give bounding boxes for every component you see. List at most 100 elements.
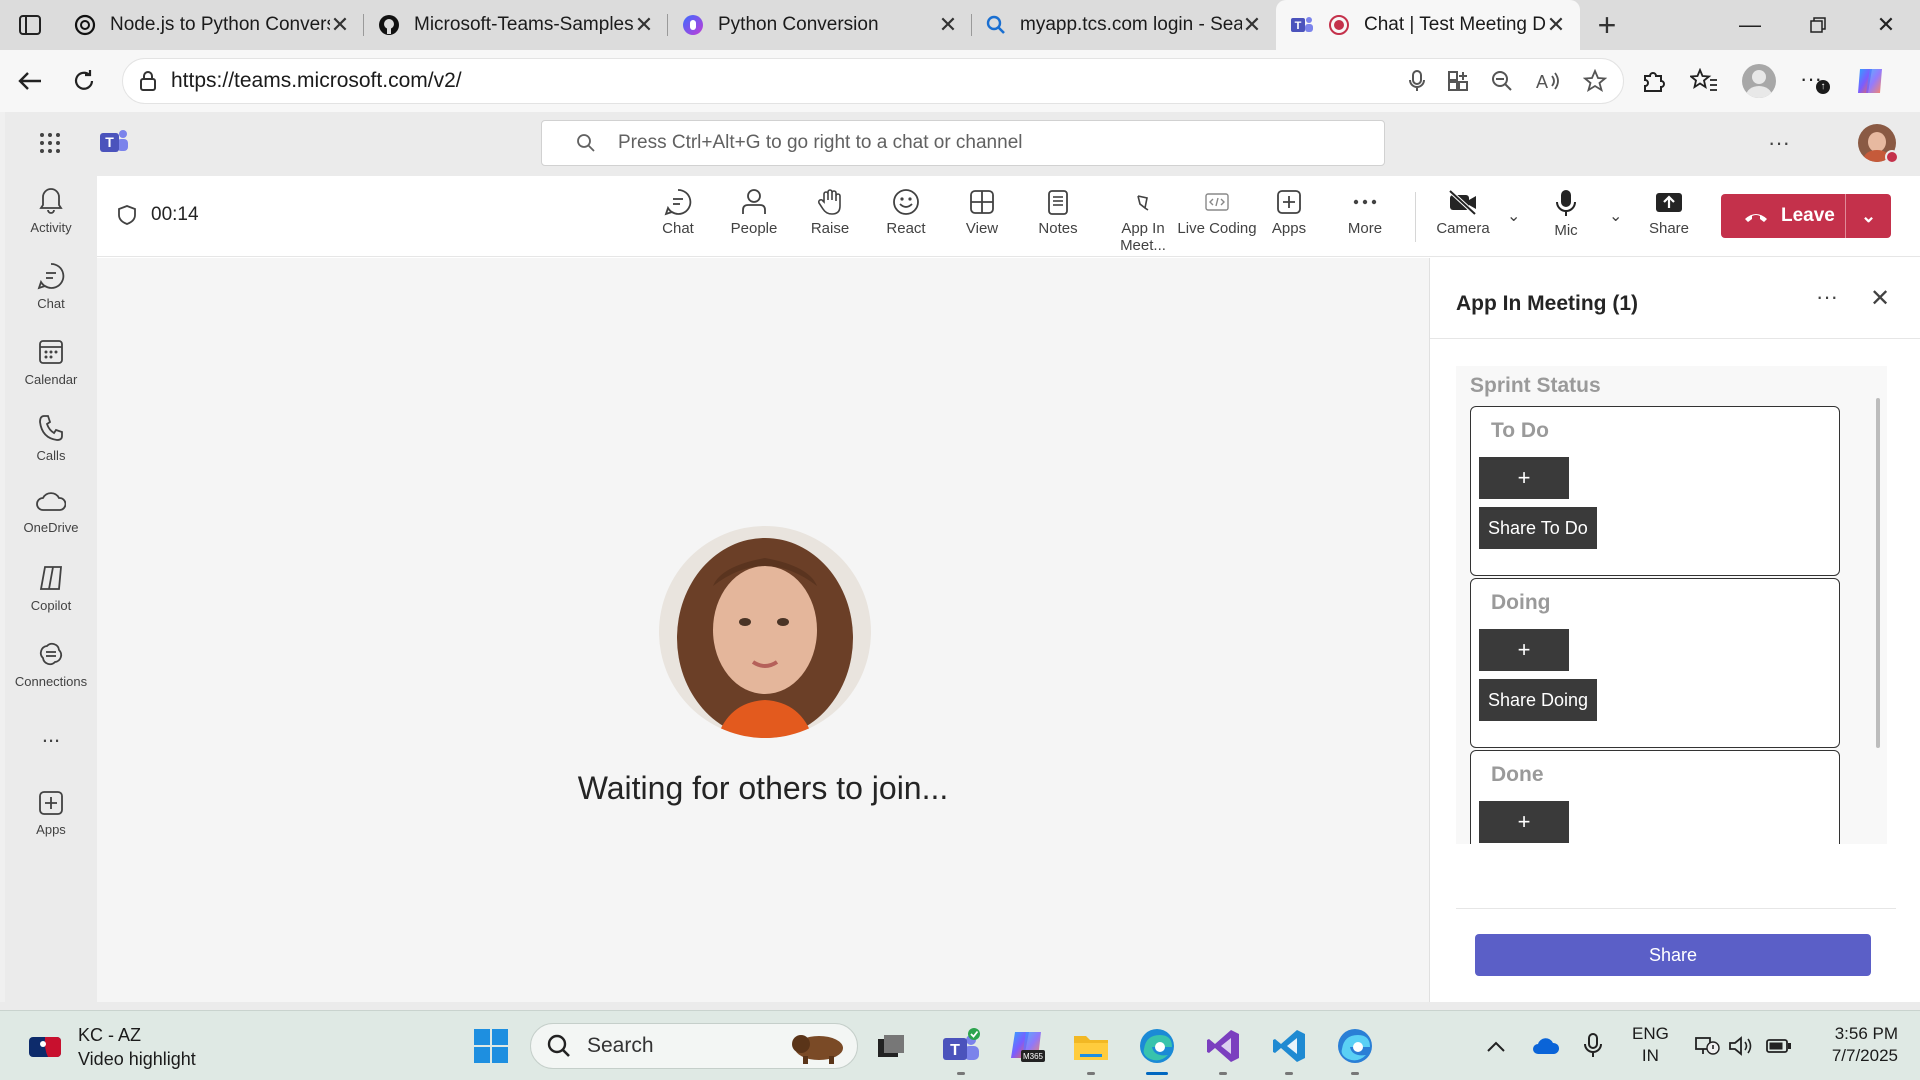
close-window-icon[interactable]: ✕	[1852, 0, 1920, 50]
toolbar-label: React	[886, 220, 926, 237]
lock-icon[interactable]	[139, 70, 157, 92]
toolbar-more-button[interactable]: More	[1325, 188, 1405, 237]
toolbar-camera-button[interactable]: Camera	[1423, 188, 1503, 237]
add-done-button[interactable]: +	[1479, 801, 1569, 843]
app-install-icon[interactable]	[1447, 70, 1469, 92]
microphone-tray-icon[interactable]	[1584, 1023, 1602, 1069]
close-icon[interactable]: ✕	[330, 12, 350, 38]
network-tray-icon[interactable]	[1694, 1023, 1720, 1069]
toolbar-raise-button[interactable]: Raise	[790, 188, 870, 237]
toolbar-people-button[interactable]: People	[714, 188, 794, 237]
cloud-icon	[36, 492, 66, 511]
taskbar-visual-studio[interactable]	[1200, 1023, 1246, 1075]
taskbar-vscode[interactable]	[1266, 1023, 1312, 1075]
toolbar-share-button[interactable]: Share	[1629, 188, 1709, 237]
browser-tab-1[interactable]: Node.js to Python Convers ✕	[60, 0, 364, 50]
copilot-icon[interactable]	[1854, 65, 1886, 97]
add-doing-button[interactable]: +	[1479, 629, 1569, 671]
mic-options-chevron-icon[interactable]: ⌄	[1609, 206, 1622, 226]
volume-tray-icon[interactable]	[1728, 1023, 1754, 1069]
tray-overflow-chevron-icon[interactable]	[1486, 1023, 1506, 1069]
teams-icon: T	[943, 1028, 980, 1060]
toolbar-notes-button[interactable]: Notes	[1018, 188, 1098, 237]
refresh-button[interactable]	[60, 57, 108, 105]
mic-icon[interactable]	[1409, 70, 1425, 92]
profile-avatar[interactable]	[1742, 64, 1776, 98]
bison-search-highlight-icon	[792, 1035, 843, 1064]
share-todo-button[interactable]: Share To Do	[1479, 507, 1597, 549]
close-icon[interactable]: ✕	[938, 12, 958, 38]
rail-item-copilot[interactable]: Copilot	[5, 564, 97, 613]
rail-more-icon[interactable]: ...	[5, 722, 97, 748]
camera-options-chevron-icon[interactable]: ⌄	[1507, 206, 1520, 226]
onedrive-tray-icon[interactable]	[1532, 1023, 1560, 1069]
close-icon[interactable]: ✕	[1242, 12, 1262, 38]
favorite-star-icon[interactable]	[1583, 69, 1607, 93]
tab-title: myapp.tcs.com login - Sear	[1020, 14, 1242, 35]
share-doing-button[interactable]: Share Doing	[1479, 679, 1598, 721]
settings-more-icon[interactable]: ··· ↑	[1800, 68, 1830, 94]
toolbar-label: Raise	[810, 220, 850, 237]
close-icon[interactable]: ✕	[1546, 12, 1566, 38]
rail-item-chat[interactable]: Chat	[5, 262, 97, 311]
folder-icon	[1074, 1036, 1108, 1060]
taskbar-task-view[interactable]	[868, 1023, 914, 1069]
toolbar-apps-button[interactable]: Apps	[1249, 188, 1329, 237]
toolbar-react-button[interactable]: React	[866, 188, 946, 237]
taskbar-teams[interactable]: T	[938, 1023, 984, 1075]
toolbar-view-button[interactable]: View	[942, 188, 1022, 237]
battery-tray-icon[interactable]	[1766, 1023, 1792, 1069]
taskbar-m365[interactable]: M365	[1004, 1023, 1050, 1069]
new-tab-button[interactable]: +	[1580, 0, 1634, 50]
windows-start-icon	[474, 1029, 508, 1063]
url-bar[interactable]: https://teams.microsoft.com/v2/ A	[122, 58, 1624, 104]
rail-label: Calls	[36, 448, 66, 463]
app-launcher-icon[interactable]	[39, 132, 61, 159]
toolbar-mic-button[interactable]: Mic	[1526, 188, 1606, 239]
taskbar-file-explorer[interactable]	[1068, 1023, 1114, 1075]
rail-item-activity[interactable]: Activity	[5, 186, 97, 235]
add-todo-button[interactable]: +	[1479, 457, 1569, 499]
url-text[interactable]: https://teams.microsoft.com/v2/	[171, 69, 462, 93]
participant-avatar	[659, 526, 871, 738]
favorites-icon[interactable]	[1690, 68, 1718, 94]
rail-item-connections[interactable]: Connections	[5, 640, 97, 689]
rail-item-calls[interactable]: Calls	[5, 414, 97, 463]
taskbar-search[interactable]: Search	[530, 1023, 858, 1069]
teams-search-input[interactable]: Press Ctrl+Alt+G to go right to a chat o…	[541, 120, 1385, 166]
share-to-stage-button[interactable]: Share	[1475, 934, 1871, 976]
rail-item-onedrive[interactable]: OneDrive	[5, 490, 97, 535]
toolbar-chat-button[interactable]: Chat	[638, 188, 718, 237]
rail-item-calendar[interactable]: Calendar	[5, 338, 97, 387]
svg-text:M365: M365	[1023, 1052, 1044, 1061]
taskbar-edge[interactable]	[1134, 1023, 1180, 1075]
widget-line-1: KC - AZ	[78, 1025, 142, 1045]
tab-actions-button[interactable]	[0, 0, 60, 50]
rail-label: Connections	[14, 674, 88, 689]
panel-more-icon[interactable]: ···	[1816, 284, 1838, 310]
close-icon[interactable]: ✕	[1870, 284, 1890, 313]
browser-tab-3[interactable]: Python Conversion ✕	[668, 0, 972, 50]
zoom-out-icon[interactable]	[1491, 70, 1513, 92]
browser-tab-2[interactable]: Microsoft-Teams-Samples/ ✕	[364, 0, 668, 50]
app-scrollbar[interactable]	[1876, 398, 1880, 748]
input-language-indicator[interactable]: ENG IN	[1632, 1023, 1669, 1067]
read-aloud-icon[interactable]: A	[1535, 70, 1561, 92]
rail-item-apps[interactable]: Apps	[5, 790, 97, 837]
leave-options-chevron-icon[interactable]: ⌄	[1846, 206, 1891, 227]
restore-icon[interactable]	[1784, 0, 1852, 50]
browser-tab-4[interactable]: myapp.tcs.com login - Sear ✕	[972, 0, 1276, 50]
taskbar-clock[interactable]: 3:56 PM 7/7/2025	[1800, 1023, 1898, 1067]
start-button[interactable]	[468, 1023, 514, 1069]
close-icon[interactable]: ✕	[634, 12, 654, 38]
minimize-icon[interactable]: —	[1716, 0, 1784, 50]
browser-tab-5[interactable]: T Chat | Test Meeting D ✕	[1276, 0, 1580, 50]
widgets-button[interactable]: KC - AZ Video highlight	[28, 1023, 196, 1071]
bell-icon	[39, 188, 63, 214]
svg-text:A: A	[1536, 72, 1548, 92]
extensions-icon[interactable]	[1640, 68, 1666, 94]
teams-more-icon[interactable]: ···	[1768, 130, 1790, 156]
taskbar-edge-dev[interactable]	[1332, 1023, 1378, 1075]
leave-button[interactable]: Leave ⌄	[1721, 194, 1891, 238]
back-button[interactable]	[6, 57, 54, 105]
